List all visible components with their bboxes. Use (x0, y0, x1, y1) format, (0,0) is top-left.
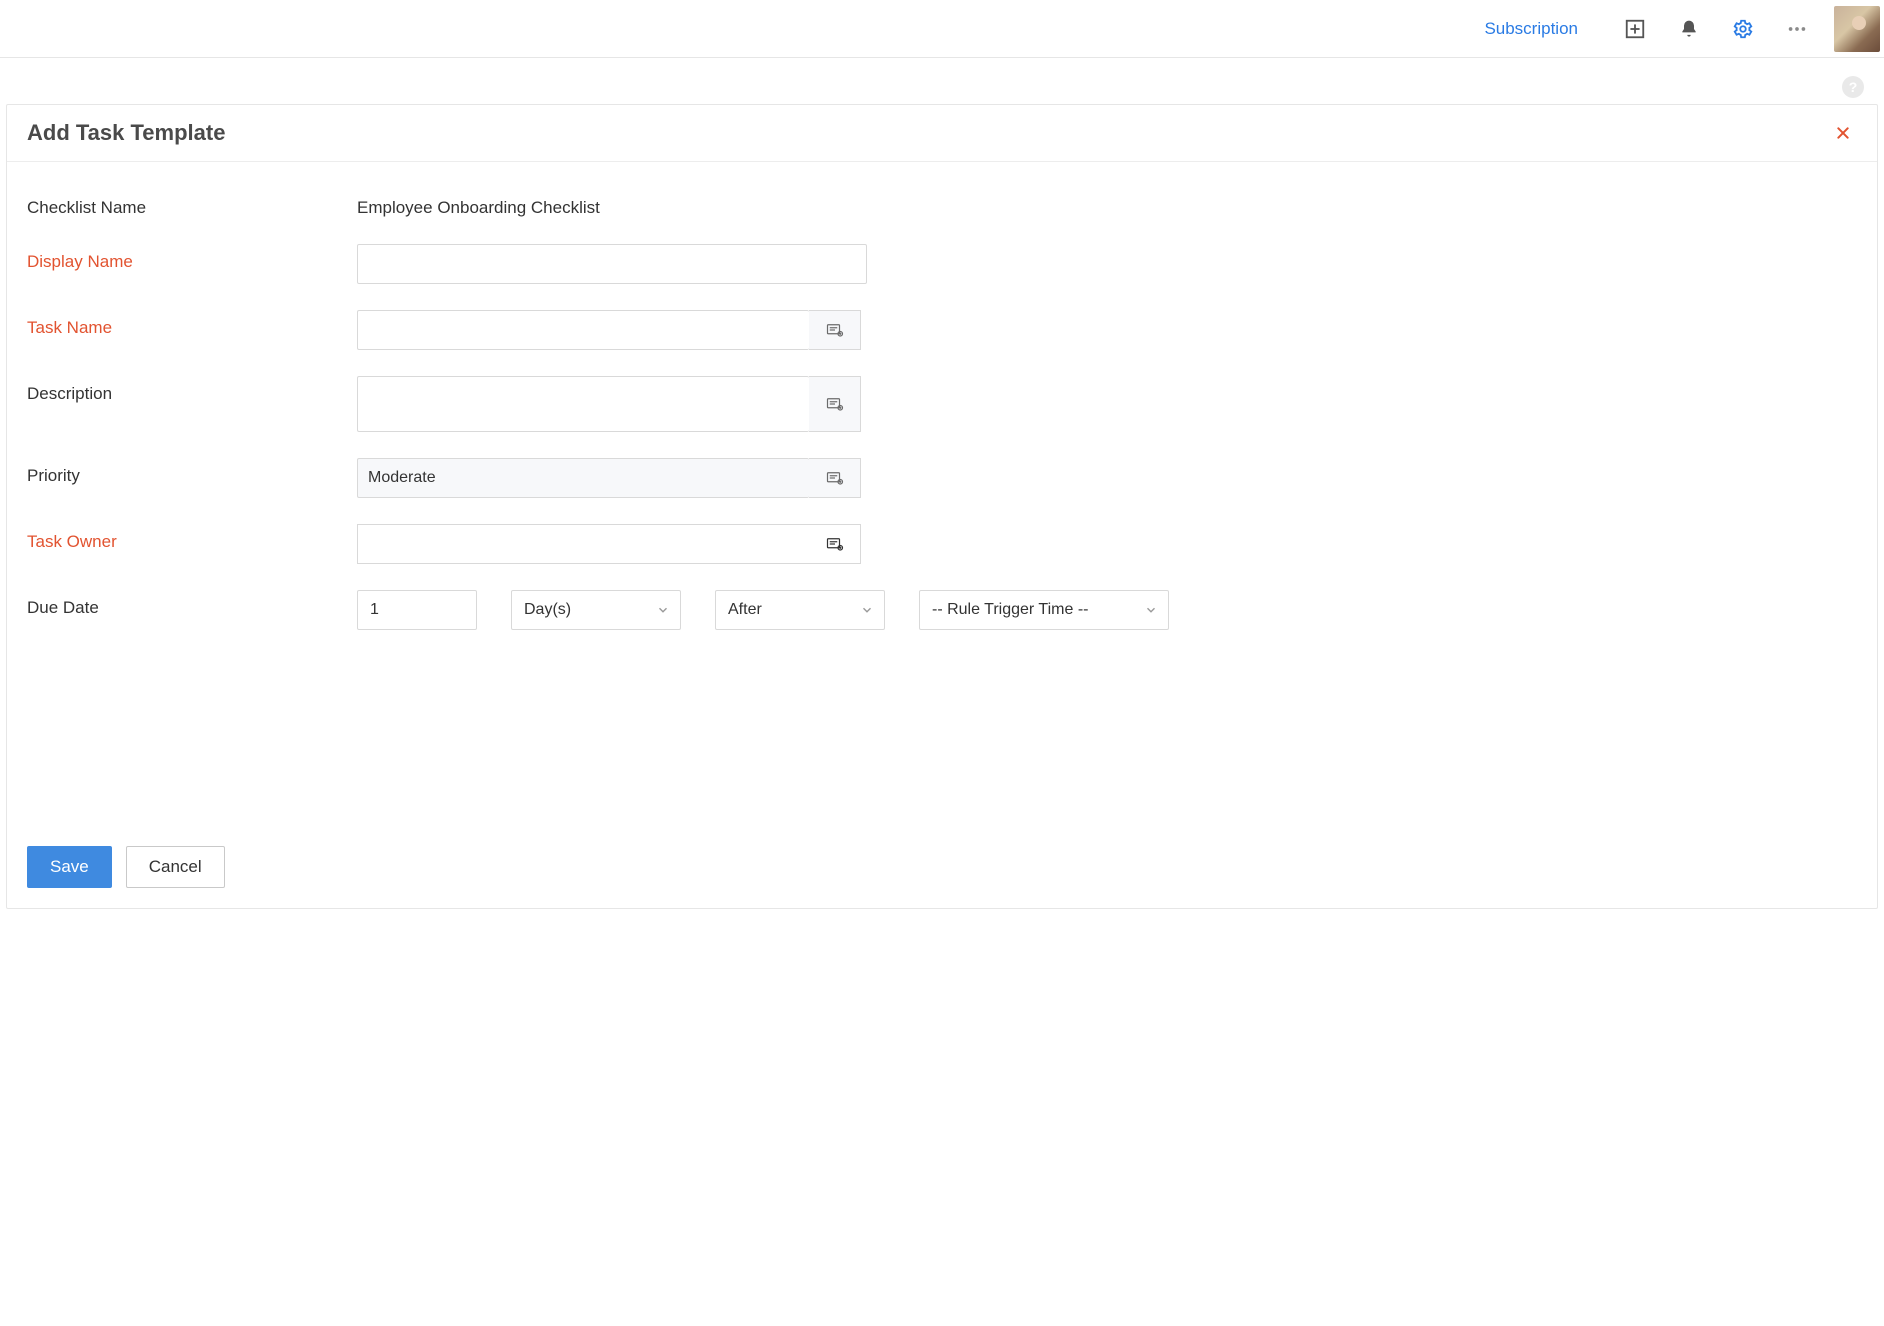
row-description: Description (27, 376, 1857, 432)
avatar[interactable] (1834, 6, 1880, 52)
task-name-input[interactable] (357, 310, 809, 350)
panel-title: Add Task Template (27, 120, 225, 146)
label-task-name: Task Name (27, 310, 357, 338)
due-date-reference-select[interactable]: -- Rule Trigger Time -- (919, 590, 1169, 630)
row-checklist-name: Checklist Name Employee Onboarding Check… (27, 190, 1857, 218)
chevron-down-icon (1144, 603, 1158, 617)
task-template-panel: Add Task Template Checklist Name Employe… (6, 104, 1878, 909)
label-description: Description (27, 376, 357, 404)
row-task-name: Task Name (27, 310, 1857, 350)
more-icon[interactable] (1778, 10, 1816, 48)
row-display-name: Display Name (27, 244, 1857, 284)
chevron-down-icon (656, 603, 670, 617)
help-icon[interactable]: ? (1842, 76, 1864, 98)
priority-select[interactable]: Moderate (357, 458, 809, 498)
row-task-owner: Task Owner (27, 524, 1857, 564)
row-due-date: Due Date Day(s) After -- Rule Trigger T (27, 590, 1857, 630)
due-date-unit-select[interactable]: Day(s) (511, 590, 681, 630)
bell-icon[interactable] (1670, 10, 1708, 48)
priority-merge-icon[interactable] (809, 458, 861, 498)
row-priority: Priority Moderate (27, 458, 1857, 498)
chevron-down-icon (860, 603, 874, 617)
due-date-number-input[interactable] (357, 590, 477, 630)
add-icon[interactable] (1616, 10, 1654, 48)
task-owner-lookup-icon[interactable] (809, 524, 861, 564)
description-input[interactable] (357, 376, 809, 432)
label-display-name: Display Name (27, 244, 357, 272)
help-row: ? (0, 58, 1884, 104)
due-date-relation-value: After (728, 601, 762, 619)
task-name-merge-icon[interactable] (809, 310, 861, 350)
value-checklist-name: Employee Onboarding Checklist (357, 190, 600, 218)
label-checklist-name: Checklist Name (27, 190, 357, 218)
gear-icon[interactable] (1724, 10, 1762, 48)
label-priority: Priority (27, 458, 357, 486)
due-date-unit-value: Day(s) (524, 601, 571, 619)
task-template-form: Checklist Name Employee Onboarding Check… (7, 162, 1877, 826)
due-date-reference-value: -- Rule Trigger Time -- (932, 601, 1088, 619)
save-button[interactable]: Save (27, 846, 112, 888)
due-date-relation-select[interactable]: After (715, 590, 885, 630)
topbar: Subscription (0, 0, 1884, 58)
subscription-link[interactable]: Subscription (1484, 19, 1578, 39)
label-task-owner: Task Owner (27, 524, 357, 552)
display-name-input[interactable] (357, 244, 867, 284)
task-owner-input[interactable] (357, 524, 809, 564)
cancel-button[interactable]: Cancel (126, 846, 225, 888)
panel-footer: Save Cancel (7, 826, 1877, 908)
panel-header: Add Task Template (7, 105, 1877, 162)
label-due-date: Due Date (27, 590, 357, 618)
close-icon[interactable] (1829, 119, 1857, 147)
description-merge-icon[interactable] (809, 376, 861, 432)
